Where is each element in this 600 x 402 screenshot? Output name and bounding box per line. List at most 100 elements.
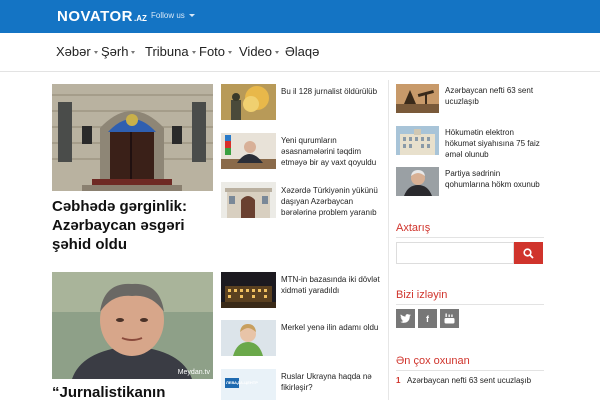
nav-label: Şərh (101, 44, 129, 59)
thumb-title[interactable]: MTN-in bazasında iki dövlət xidməti yara… (281, 274, 380, 296)
nav-label: Xəbər (56, 44, 91, 59)
title-line: Azərbaycan əsgəri (52, 217, 185, 234)
title-line: əsasnamələrini təqdim (281, 147, 362, 156)
image-label: ЛЕВАДА-ЦЕНТР (226, 380, 258, 385)
nav-item-video[interactable]: Video (239, 44, 280, 60)
section-divider (396, 370, 544, 371)
follow-us-label: Follow us (151, 11, 185, 20)
title-line: Hökumətin elektron (445, 128, 514, 137)
nav-item-serh[interactable]: Şərh (101, 44, 136, 60)
government-building-photo (396, 126, 439, 155)
thumb-title[interactable]: Merkel yenə ilin adamı oldu (281, 322, 378, 333)
title-line: ucuzlaşıb (445, 97, 479, 106)
nav-item-foto[interactable]: Foto (199, 44, 233, 60)
thumb-image[interactable] (221, 272, 276, 308)
title-line: etməyə bir ay vaxt qoyuldu (281, 158, 377, 167)
nav-label: Tribuna (145, 44, 189, 59)
portrait-photo (52, 272, 213, 379)
man-photo (396, 167, 439, 196)
caret-down-icon (228, 51, 233, 55)
youtube-icon (444, 313, 455, 324)
featured-title[interactable]: Cəbhədə gərginlik: Azərbaycan əsgəri şəh… (52, 197, 187, 254)
title-line: Merkel yenə ilin adamı oldu (281, 323, 379, 332)
search-input[interactable] (396, 242, 514, 264)
site-logo[interactable]: NOVATOR .AZ (57, 8, 147, 25)
featured-title[interactable]: “Jurnalistikanın (52, 383, 165, 402)
title-line: hökumət siyahısına 75 faiz (445, 139, 540, 148)
thumb-photo (221, 84, 276, 120)
facebook-button[interactable]: f (418, 309, 437, 328)
right-news-title[interactable]: Partiya sədrinin qohumlarına hökm oxunub (445, 168, 540, 190)
nav-label: Foto (199, 44, 226, 59)
title-line: əməl olunub (445, 150, 489, 159)
title-line: bərələrinə problem yaranıb (281, 208, 377, 217)
title-line: xidməti yaradıldı (281, 286, 340, 295)
title-line: Xəzərdə Türkiyənin yükünü (281, 186, 378, 195)
featured-image-building[interactable] (52, 84, 213, 191)
search-heading: Axtarış (396, 222, 431, 234)
title-line: MTN-in bazasında iki dövlət (281, 275, 380, 284)
thumb-photo (221, 182, 276, 218)
nav-label: Əlaqə (285, 44, 320, 59)
title-line: daşıyan Azərbaycan (281, 197, 354, 206)
youtube-button[interactable] (440, 309, 459, 328)
caret-down-icon (131, 51, 136, 55)
main-nav: Xəbər Şərh Tribuna Foto Video Əlaqə (0, 33, 600, 72)
nav-label: Video (239, 44, 273, 59)
section-divider (396, 237, 544, 238)
right-news-image[interactable] (396, 167, 439, 196)
nav-item-elaqe[interactable]: Əlaqə (285, 44, 319, 60)
section-divider (396, 304, 544, 305)
caret-down-icon (275, 51, 280, 55)
title-line: Yeni qurumların (281, 136, 337, 145)
facebook-icon: f (426, 313, 429, 324)
follow-us-dropdown[interactable]: Follow us (151, 11, 195, 21)
thumb-image[interactable] (221, 133, 276, 169)
oil-pump-photo (396, 84, 439, 113)
thumb-image[interactable]: ЛЕВАДА-ЦЕНТР (221, 369, 276, 400)
thumb-photo (221, 272, 276, 308)
thumb-image[interactable] (221, 182, 276, 218)
title-line: şəhid oldu (52, 236, 127, 253)
thumb-title[interactable]: Yeni qurumların əsasnamələrini təqdim et… (281, 135, 376, 168)
popular-item-link[interactable]: Azərbaycan nefti 63 sent ucuzlaşıb (407, 376, 531, 385)
right-news-image[interactable] (396, 126, 439, 155)
thumb-image[interactable] (221, 320, 276, 356)
caret-down-icon (188, 14, 195, 18)
thumb-title[interactable]: Xəzərdə Türkiyənin yükünü daşıyan Azərba… (281, 185, 378, 218)
right-news-title[interactable]: Azərbaycan nefti 63 sent ucuzlaşıb (445, 85, 533, 107)
thumb-title[interactable]: Bu il 128 jurnalist öldürülüb (281, 86, 377, 97)
thumb-photo (221, 320, 276, 356)
nav-item-xeber[interactable]: Xəbər (56, 44, 98, 60)
building-photo (52, 84, 213, 191)
search-button[interactable] (514, 242, 543, 264)
nav-item-tribuna[interactable]: Tribuna (145, 44, 196, 60)
title-line: Ruslar Ukrayna haqda nə (281, 372, 372, 381)
twitter-button[interactable] (396, 309, 415, 328)
social-heading: Bizi izləyin (396, 289, 448, 301)
caret-down-icon (93, 51, 98, 55)
popular-heading: Ən çox oxunan (396, 355, 470, 367)
twitter-icon (400, 314, 411, 323)
image-watermark: Meydan.tv (177, 369, 210, 376)
title-line: “Jurnalistikanın (52, 384, 166, 401)
right-news-image[interactable] (396, 84, 439, 113)
popular-item-number: 1 (396, 376, 401, 385)
thumb-photo (221, 133, 276, 169)
title-line: Bu il 128 jurnalist öldürülüb (281, 87, 378, 96)
thumb-title[interactable]: Ruslar Ukrayna haqda nə fikirləşir? (281, 371, 372, 393)
title-line: qohumlarına hökm oxunub (445, 180, 540, 189)
featured-image-portrait[interactable]: Meydan.tv (52, 272, 213, 379)
column-divider (388, 80, 389, 400)
title-line: Cəbhədə gərginlik: (52, 198, 188, 215)
thumb-image[interactable] (221, 84, 276, 120)
title-line: Azərbaycan nefti 63 sent (445, 86, 534, 95)
right-news-title[interactable]: Hökumətin elektron hökumət siyahısına 75… (445, 127, 540, 160)
caret-down-icon (191, 51, 196, 55)
title-line: Partiya sədrinin (445, 169, 501, 178)
logo-suffix: .AZ (134, 14, 147, 23)
search-icon (523, 247, 534, 259)
top-bar: NOVATOR .AZ Follow us (0, 0, 600, 33)
title-line: fikirləşir? (281, 383, 313, 392)
logo-name: NOVATOR (57, 8, 134, 25)
